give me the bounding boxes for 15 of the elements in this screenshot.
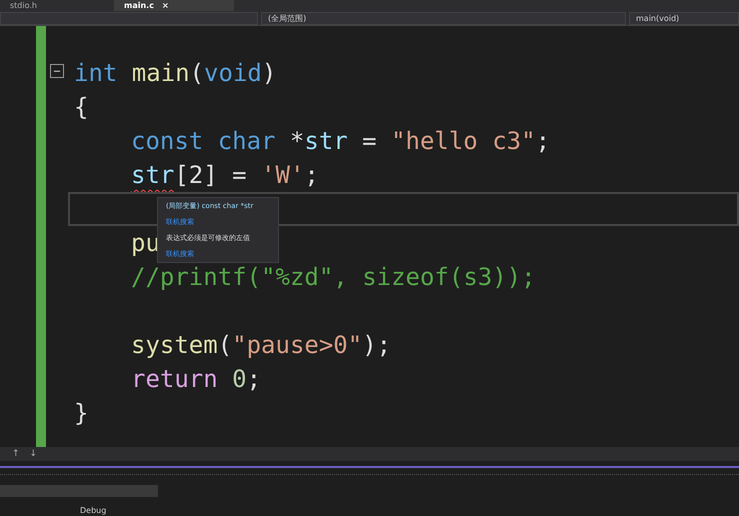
configuration-label: Debug [80,506,106,515]
scroll-arrow[interactable]: ↓ [30,449,38,459]
fold-toggle[interactable]: − [50,64,64,78]
code-line: { [74,92,88,123]
scope-dropdown[interactable]: (全局范围) [261,12,626,25]
member-dropdown[interactable]: main(void) [629,12,739,25]
code-line: str[2] = 'W'; [130,160,319,191]
code-line: const char *str = "hello c3"; [130,126,550,157]
file-tab[interactable]: main.c × [114,0,234,11]
scroll-arrow[interactable]: ↑ [12,449,20,459]
code-line: //printf("%zd", sizeof(s3)); [130,262,536,293]
code-line: system("pause>0"); [130,330,392,361]
code-line: return 0; [130,364,262,395]
close-icon[interactable]: × [162,0,169,11]
code-line: } [74,398,88,429]
